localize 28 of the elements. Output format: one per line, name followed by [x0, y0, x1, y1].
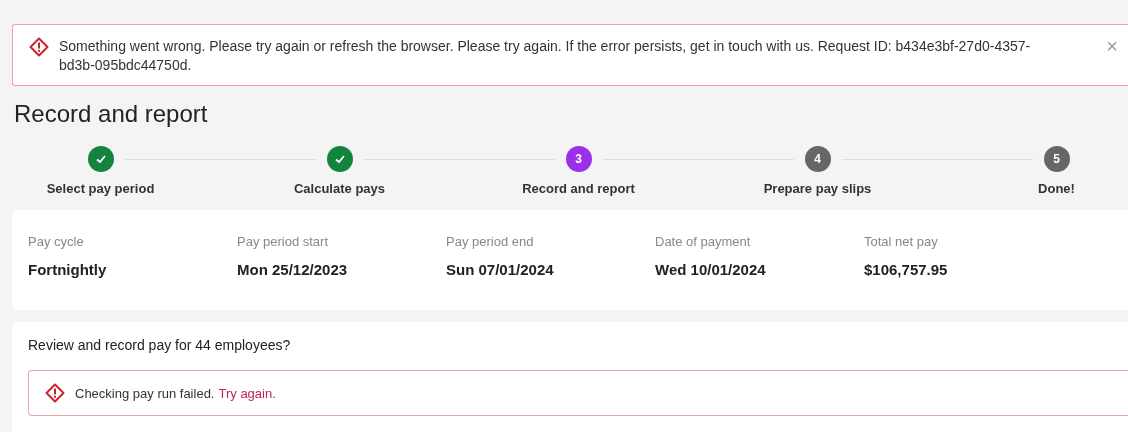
field-label: Pay cycle [28, 234, 85, 249]
field-value: Sun 07/01/2024 [446, 261, 555, 278]
error-message: Something went wrong. Please try again or refresh the browser. Please try again. If the error persists, get in touch with us. Request ID: b434e3bf-27d0-4357-bd3b-095bdc44750d. [59, 37, 1032, 75]
step-indicator: 5 [1043, 146, 1070, 172]
step-label: Prepare pay slips [763, 181, 872, 196]
field-value: $106,757.95 [864, 261, 949, 278]
step-label: Select pay period [46, 181, 155, 196]
field-label: Total net pay [864, 234, 939, 249]
field-label: Date of payment [655, 234, 752, 249]
field-label: Pay period end [446, 234, 535, 249]
field-value: Wed 10/01/2024 [655, 261, 767, 278]
review-question: Review and record pay for 44 employees? [28, 337, 291, 353]
close-button[interactable]: × [1106, 37, 1118, 55]
page-title: Record and report [14, 100, 209, 128]
field-label: Pay period start [237, 234, 330, 249]
step-indicator: 3 [565, 146, 592, 172]
step-indicator: 4 [804, 146, 831, 172]
error-icon [45, 383, 65, 403]
step-label: Record and report [522, 181, 635, 196]
step-label: Done! [1038, 181, 1075, 196]
check-icon [333, 153, 346, 165]
step-label: Calculate pays [293, 181, 385, 196]
try-again-link[interactable]: Try again. [218, 385, 276, 401]
error-icon [29, 37, 49, 57]
field-value: Mon 25/12/2023 [237, 261, 349, 278]
check-icon [94, 153, 107, 165]
field-value: Fortnightly [28, 261, 108, 278]
error-message: Checking pay run failed. [75, 385, 215, 401]
